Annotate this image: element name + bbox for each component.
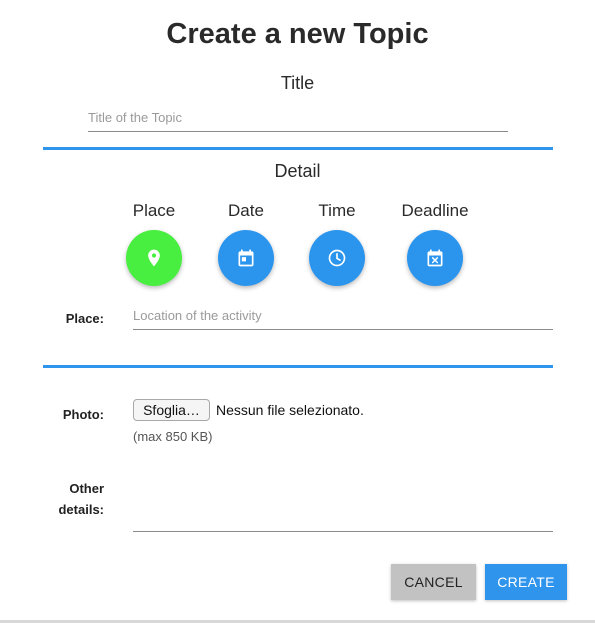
location-pin-icon [148,249,160,267]
section-divider [43,147,553,150]
detail-option-time: Time [292,201,382,286]
clock-icon [328,249,346,267]
topic-title-input[interactable] [88,110,508,132]
place-input[interactable] [133,308,553,330]
cancel-button[interactable]: CANCEL [391,564,476,600]
dialog-title: Create a new Topic [166,18,429,50]
file-size-hint: (max 850 KB) [133,429,213,444]
detail-option-place: Place [109,201,199,286]
file-status-text: Nessun file selezionato. [216,402,364,418]
detail-section-heading: Detail [274,161,321,181]
time-option-button[interactable] [309,230,365,286]
place-field-label: Place: [65,311,104,326]
other-details-label: Other details: [40,478,104,520]
place-option-label: Place [132,201,176,220]
date-option-button[interactable] [218,230,274,286]
other-details-label-line2: details: [58,502,104,517]
date-option-label: Date [228,201,264,220]
calendar-icon [238,249,254,267]
title-section-heading: Title [280,73,315,93]
calendar-x-icon [427,249,443,267]
section-divider [43,365,553,368]
detail-option-deadline: Deadline [390,201,480,286]
deadline-option-label: Deadline [401,201,469,220]
other-details-label-line1: Other [69,481,104,496]
browse-file-button[interactable]: Sfoglia… [133,399,210,421]
create-button[interactable]: CREATE [485,564,567,600]
other-details-input[interactable] [133,500,553,532]
time-option-label: Time [318,201,356,220]
deadline-option-button[interactable] [407,230,463,286]
photo-field-label: Photo: [62,407,104,422]
place-option-button[interactable] [126,230,182,286]
detail-option-date: Date [201,201,291,286]
